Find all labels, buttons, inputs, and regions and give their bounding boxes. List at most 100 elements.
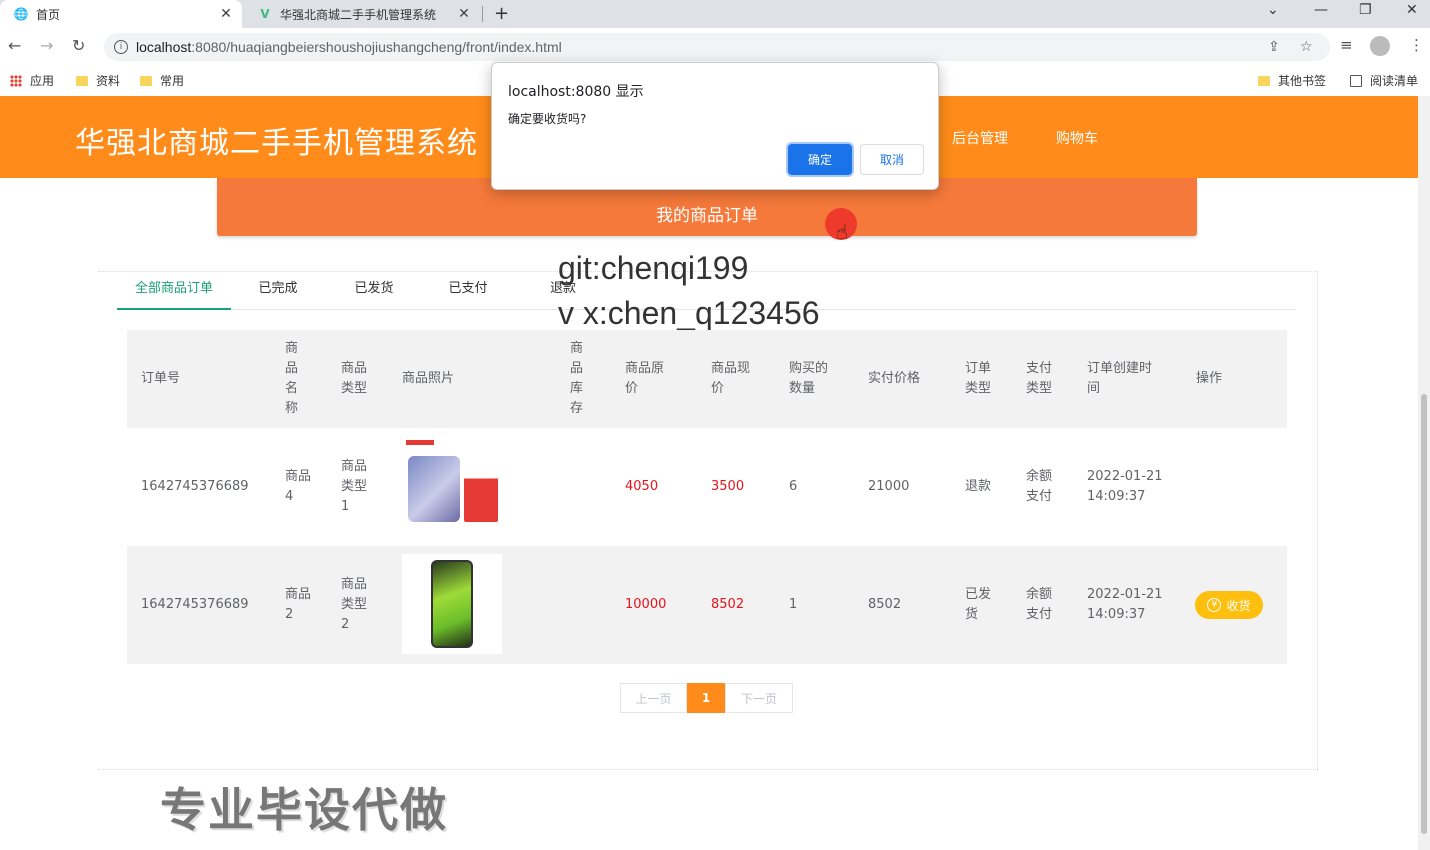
cell-pay-type: 余额支付 bbox=[1026, 587, 1053, 622]
prev-page-button[interactable]: 上一页 bbox=[620, 683, 687, 713]
bookmark-apps[interactable]: 应用 bbox=[10, 72, 54, 89]
window-close-icon[interactable]: ✕ bbox=[1406, 2, 1418, 18]
browser-toolbar: ← → ↻ i localhost:8080/huaqiangbeiershou… bbox=[0, 28, 1430, 66]
dialog-title: localhost:8080 显示 bbox=[508, 84, 644, 100]
header-pay-type: 支付类型 bbox=[1026, 361, 1053, 396]
cell-created: 2022-01-21 14:09:37 bbox=[1087, 587, 1163, 622]
confirm-button[interactable]: 确定 bbox=[788, 144, 852, 175]
media-icon[interactable]: ≡ bbox=[1340, 36, 1353, 54]
nav-admin[interactable]: 后台管理 bbox=[952, 128, 1008, 148]
overlay-git: git:chenqi199 bbox=[558, 250, 749, 286]
phone-photo bbox=[431, 560, 473, 648]
page-content: 华强北商城二手手机管理系统 后台管理 购物车 我的商品订单 ☝ 全部商品订单 已… bbox=[0, 96, 1418, 850]
cell-orig-price: 10000 bbox=[625, 597, 667, 612]
page-title: 我的商品订单 bbox=[656, 206, 758, 226]
cell-order-no: 1642745376689 bbox=[141, 597, 249, 612]
cell-pay-type: 余额支付 bbox=[1026, 469, 1053, 504]
bookmark-label: 常用 bbox=[160, 74, 185, 88]
cell-orig-price: 4050 bbox=[625, 479, 659, 494]
header-action: 操作 bbox=[1196, 371, 1223, 386]
bookmark-label: 阅读清单 bbox=[1370, 74, 1419, 88]
yen-icon: ¥ bbox=[1207, 598, 1222, 612]
pagination: 上一页 1 下一页 bbox=[620, 683, 793, 713]
product-image[interactable] bbox=[402, 554, 502, 654]
reload-icon[interactable]: ↻ bbox=[72, 36, 85, 55]
hand-cursor-icon: ☝ bbox=[836, 220, 849, 244]
close-icon[interactable]: ✕ bbox=[216, 6, 236, 22]
cell-paid: 8502 bbox=[868, 597, 902, 612]
browser-tab-home[interactable]: 🌐 首页 ✕ bbox=[0, 0, 242, 28]
bookmark-folder-common[interactable]: 常用 bbox=[140, 72, 184, 89]
overlay-wechat: v x:chen_q123456 bbox=[558, 295, 820, 331]
tab-shipped[interactable]: 已发货 bbox=[343, 278, 405, 310]
cell-cur-price: 8502 bbox=[711, 597, 745, 612]
cell-cur-price: 3500 bbox=[711, 479, 745, 494]
cell-paid: 21000 bbox=[868, 479, 910, 494]
header-cur-price: 商品现价 bbox=[711, 361, 751, 396]
header-created: 订单创建时间 bbox=[1087, 361, 1153, 396]
vue-logo-icon: V bbox=[260, 7, 270, 21]
tab-all-orders[interactable]: 全部商品订单 bbox=[117, 278, 231, 310]
bookmark-label: 应用 bbox=[30, 74, 55, 88]
new-tab-icon[interactable]: + bbox=[494, 3, 509, 24]
close-icon[interactable]: ✕ bbox=[454, 6, 474, 22]
tab-completed[interactable]: 已完成 bbox=[247, 278, 309, 310]
cancel-button[interactable]: 取消 bbox=[860, 144, 924, 175]
bookmark-other[interactable]: 其他书签 bbox=[1258, 72, 1326, 89]
phone-photo bbox=[408, 456, 460, 522]
apps-grid-icon bbox=[10, 74, 22, 87]
nav-cart[interactable]: 购物车 bbox=[1056, 128, 1098, 148]
cell-qty: 6 bbox=[789, 479, 798, 494]
browser-tab-app[interactable]: V 华强北商城二手手机管理系统 ✕ bbox=[244, 0, 480, 28]
table-row: 1642745376689 商品4 商品类型1 4050 3500 6 2100… bbox=[127, 428, 1287, 546]
cell-created: 2022-01-21 14:09:37 bbox=[1087, 469, 1163, 504]
reading-list[interactable]: 阅读清单 bbox=[1350, 72, 1418, 89]
page-number-button[interactable]: 1 bbox=[687, 683, 725, 713]
header-stock: 商品库存 bbox=[570, 341, 584, 416]
cell-order-no: 1642745376689 bbox=[141, 479, 249, 494]
cell-name: 商品2 bbox=[285, 587, 312, 622]
folder-icon bbox=[1258, 75, 1270, 86]
receive-label: 收货 bbox=[1226, 598, 1251, 613]
menu-icon[interactable]: ⋮ bbox=[1409, 36, 1424, 54]
cell-qty: 1 bbox=[789, 597, 798, 612]
header-order-type: 订单类型 bbox=[965, 361, 992, 396]
reading-list-icon bbox=[1350, 74, 1362, 87]
scroll-thumb[interactable] bbox=[1421, 394, 1427, 834]
tab-title: 首页 bbox=[36, 7, 61, 22]
divider bbox=[98, 769, 1318, 770]
tab-search-icon[interactable]: ⌄ bbox=[1267, 2, 1279, 18]
browser-tabstrip: 🌐 首页 ✕ V 华强北商城二手手机管理系统 ✕ + ⌄ — ❐ ✕ bbox=[0, 0, 1430, 28]
bookmark-folder-materials[interactable]: 资料 bbox=[76, 72, 120, 89]
confirm-dialog: localhost:8080 显示 确定要收货吗? 确定 取消 bbox=[491, 62, 939, 190]
folder-icon bbox=[140, 75, 152, 86]
product-image[interactable] bbox=[402, 436, 502, 536]
back-icon[interactable]: ← bbox=[8, 36, 21, 55]
receive-button[interactable]: ¥ 收货 bbox=[1195, 591, 1263, 619]
header-type: 商品类型 bbox=[341, 361, 368, 396]
info-icon[interactable]: i bbox=[114, 40, 128, 54]
cell-order-type: 已发货 bbox=[965, 587, 992, 622]
folder-icon bbox=[76, 75, 88, 86]
address-bar[interactable]: i localhost:8080/huaqiangbeiershoushojiu… bbox=[104, 33, 1330, 61]
dialog-message: 确定要收货吗? bbox=[508, 112, 587, 126]
header-paid: 实付价格 bbox=[868, 371, 921, 386]
forward-icon[interactable]: → bbox=[40, 36, 53, 55]
cell-type: 商品类型2 bbox=[341, 577, 368, 632]
header-qty: 购买的数量 bbox=[789, 361, 829, 396]
bookmark-label: 资料 bbox=[96, 74, 121, 88]
cell-type: 商品类型1 bbox=[341, 459, 368, 514]
minimize-icon[interactable]: — bbox=[1314, 2, 1328, 18]
cell-order-type: 退款 bbox=[965, 479, 992, 494]
tab-separator bbox=[482, 6, 483, 22]
table-header: 订单号 商品名称 商品类型 商品照片 商品库存 商品原价 商品现价 购买的数量 … bbox=[127, 330, 1287, 428]
star-icon[interactable]: ☆ bbox=[1300, 39, 1313, 55]
restore-icon[interactable]: ❐ bbox=[1359, 2, 1372, 18]
header-orig-price: 商品原价 bbox=[625, 361, 665, 396]
header-photo: 商品照片 bbox=[402, 371, 455, 386]
share-icon[interactable]: ⇪ bbox=[1268, 39, 1280, 55]
tab-paid[interactable]: 已支付 bbox=[437, 278, 499, 310]
page-scrollbar[interactable] bbox=[1418, 96, 1430, 850]
next-page-button[interactable]: 下一页 bbox=[725, 683, 793, 713]
profile-avatar[interactable] bbox=[1370, 36, 1390, 56]
